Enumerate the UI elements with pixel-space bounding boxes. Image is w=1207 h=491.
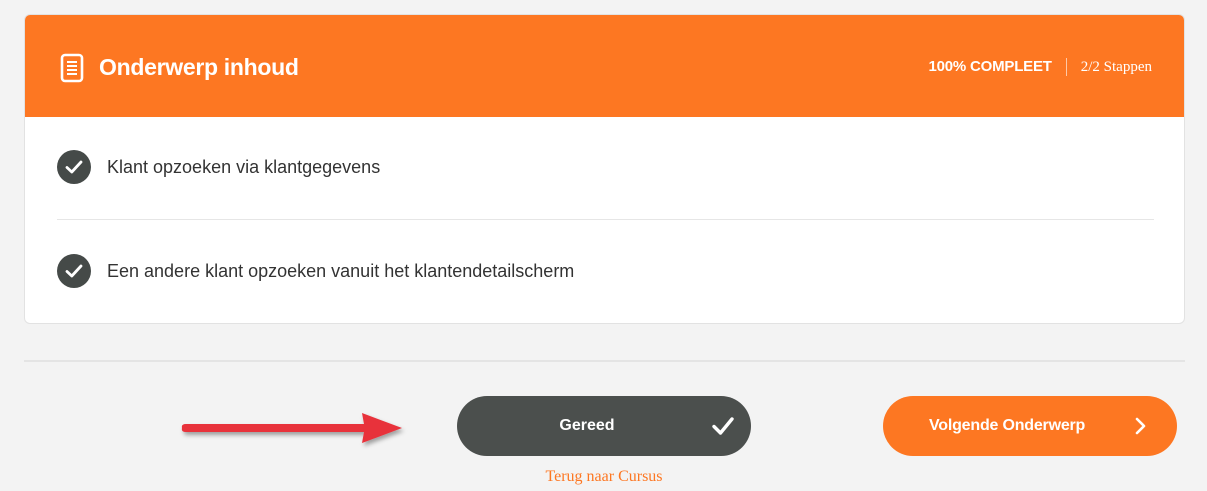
progress-steps: 2/2 Stappen [1080, 59, 1152, 75]
card-title: Onderwerp inhoud [99, 54, 299, 80]
step-item[interactable]: Een andere klant opzoeken vanuit het kla… [57, 251, 1154, 291]
section-divider [24, 360, 1185, 362]
progress-percent: 100% COMPLEET [928, 58, 1052, 75]
done-button[interactable]: Gereed [457, 396, 751, 456]
card-header: Onderwerp inhoud 100% COMPLEET 2/2 Stapp… [25, 15, 1184, 117]
step-label: Een andere klant opzoeken vanuit het kla… [107, 260, 575, 281]
step-divider [57, 219, 1154, 220]
checkmark-icon [712, 417, 734, 435]
progress-separator [1065, 58, 1067, 76]
check-circle-icon [57, 150, 91, 184]
next-topic-label: Volgende Onderwerp [929, 417, 1086, 434]
next-topic-button[interactable]: Volgende Onderwerp [883, 396, 1177, 456]
document-icon [60, 53, 84, 83]
topic-content-card: Onderwerp inhoud 100% COMPLEET 2/2 Stapp… [24, 14, 1185, 324]
chevron-right-icon [1135, 417, 1146, 435]
progress-summary: 100% COMPLEET 2/2 Stappen [928, 56, 1152, 78]
done-button-label: Gereed [559, 417, 615, 434]
back-to-course-link[interactable]: Terug naar Cursus [530, 466, 678, 488]
red-arrow-icon [181, 413, 402, 443]
step-label: Klant opzoeken via klantgegevens [107, 156, 381, 177]
step-item[interactable]: Klant opzoeken via klantgegevens [57, 147, 1154, 187]
check-circle-icon [57, 254, 91, 288]
